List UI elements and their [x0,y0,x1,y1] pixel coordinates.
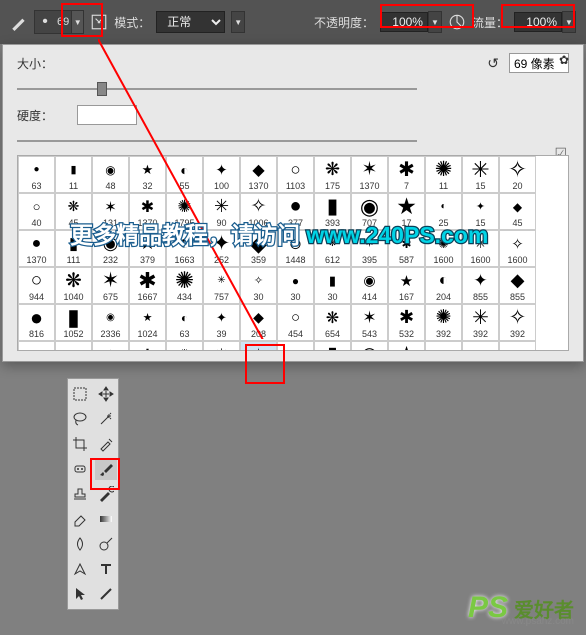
brush-preset[interactable]: ❋175 [314,156,351,193]
brush-preset[interactable]: ✳15 [462,156,499,193]
brush-tip-icon: • [35,11,55,33]
brush-preset[interactable]: ❋344 [55,341,92,351]
mode-label: 模式： [114,14,150,31]
brush-preset[interactable]: ❋1040 [55,267,92,304]
brush-preset[interactable]: ✺392 [425,304,462,341]
brush-preset[interactable]: ★167 [388,267,425,304]
reset-size-icon[interactable]: ↺ [487,55,499,72]
brush-preset[interactable]: ✶1370 [351,156,388,193]
brush-preset[interactable]: ✱7 [388,156,425,193]
brush-picker-dropdown[interactable]: ▼ [71,11,83,33]
brush-preset[interactable]: ◆855 [499,267,536,304]
path-select-tool-icon[interactable] [69,583,91,605]
line-tool-icon[interactable] [95,583,117,605]
history-brush-tool-icon[interactable] [95,483,117,505]
move-tool-icon[interactable] [95,383,117,405]
brush-panel-toggle-icon[interactable] [90,13,108,31]
brush-preset[interactable]: ✱312 [129,341,166,351]
brush-preset[interactable]: ✧392 [499,304,536,341]
flow-dropdown[interactable]: ▼ [562,11,576,33]
brush-preset-picker[interactable]: • 69 ▼ [34,10,84,34]
lasso-tool-icon[interactable] [69,408,91,430]
brush-preset[interactable]: ✦855 [462,267,499,304]
brush-preset[interactable]: ✧1600 [499,230,536,267]
mode-extra-dropdown[interactable]: ▼ [231,11,245,33]
tools-palette [67,378,119,610]
crop-tool-icon[interactable] [69,433,91,455]
wand-tool-icon[interactable] [95,408,117,430]
brush-preset[interactable]: ✧20 [499,156,536,193]
blur-tool-icon[interactable] [69,533,91,555]
brush-preset[interactable]: ◉414 [351,267,388,304]
brush-preset[interactable]: ●1370 [18,230,55,267]
gradient-tool-icon[interactable] [95,508,117,530]
options-bar: • 69 ▼ 模式： 正常 ▼ 不透明度： ▼ 流量： ▼ [0,0,586,44]
flow-label: 流量： [472,14,508,31]
brush-preset[interactable]: ✳392 [462,304,499,341]
brush-preset[interactable]: ○335 [18,341,55,351]
brush-preset[interactable] [462,341,499,351]
eyedropper-tool-icon[interactable] [95,433,117,455]
type-tool-icon[interactable] [95,558,117,580]
panel-menu-icon[interactable]: ✿ [559,53,569,67]
brush-preset[interactable]: ◉549 [351,341,388,351]
brush-preset[interactable]: ○40 [18,193,55,230]
opacity-label: 不透明度： [314,14,374,31]
opacity-input[interactable] [380,12,428,32]
stamp-tool-icon[interactable] [69,483,91,505]
brush-preset[interactable]: ✧69 [240,341,277,351]
brush-preset[interactable]: ✺376 [166,341,203,351]
brush-preset[interactable]: ▮11 [55,156,92,193]
brush-preset[interactable]: ✺11 [425,156,462,193]
brush-preset[interactable]: ●816 [18,304,55,341]
dodge-tool-icon[interactable] [95,533,117,555]
brush-preset[interactable]: ✳1024 [203,341,240,351]
pressure-opacity-icon[interactable] [448,13,466,31]
brush-preset[interactable]: ✶31 [92,341,129,351]
brush-tool-icon[interactable] [95,458,117,480]
patch-tool-icon[interactable] [69,458,91,480]
hardness-label: 硬度： [17,107,67,124]
brush-picker-panel: 大小： ↺ ✿ 硬度： ☑ ●63▮11◉48★32◐55✦100◆1370○1… [2,44,584,362]
brush-preset[interactable]: ●300 [277,341,314,351]
annotation-arrow [98,39,278,339]
marquee-tool-icon[interactable] [69,383,91,405]
brush-preset[interactable]: ▮30 [314,267,351,304]
brush-preset[interactable]: ◐204 [425,267,462,304]
brush-preset[interactable]: ○944 [18,267,55,304]
brush-preset[interactable]: ●30 [277,267,314,304]
brush-preset[interactable] [425,341,462,351]
watermark-tutorial: 更多精品教程，请访问 www.240PS.com [70,216,488,250]
brush-preset[interactable]: ○1103 [277,156,314,193]
pen-tool-icon[interactable] [69,558,91,580]
brush-preset[interactable]: ❋654 [314,304,351,341]
tool-indicator-icon [10,13,28,31]
watermark-psahz: PS 爱好者 www.psahz.com [468,591,574,625]
blend-mode-select[interactable]: 正常 [156,11,225,33]
brush-size-display: 69 [55,16,71,28]
eraser-tool-icon[interactable] [69,508,91,530]
flow-input[interactable] [514,12,562,32]
brush-preset[interactable]: ●63 [18,156,55,193]
brush-preset[interactable]: ✶543 [351,304,388,341]
brush-preset[interactable]: ▮15 [314,341,351,351]
size-label: 大小： [17,55,67,72]
brush-preset[interactable]: ✱532 [388,304,425,341]
brush-preset[interactable] [499,341,536,351]
brush-preset[interactable]: ◆45 [499,193,536,230]
opacity-dropdown[interactable]: ▼ [428,11,442,33]
brush-preset[interactable]: ▮1052 [55,304,92,341]
brush-preset[interactable]: ★528 [388,341,425,351]
brush-preset[interactable]: ○454 [277,304,314,341]
